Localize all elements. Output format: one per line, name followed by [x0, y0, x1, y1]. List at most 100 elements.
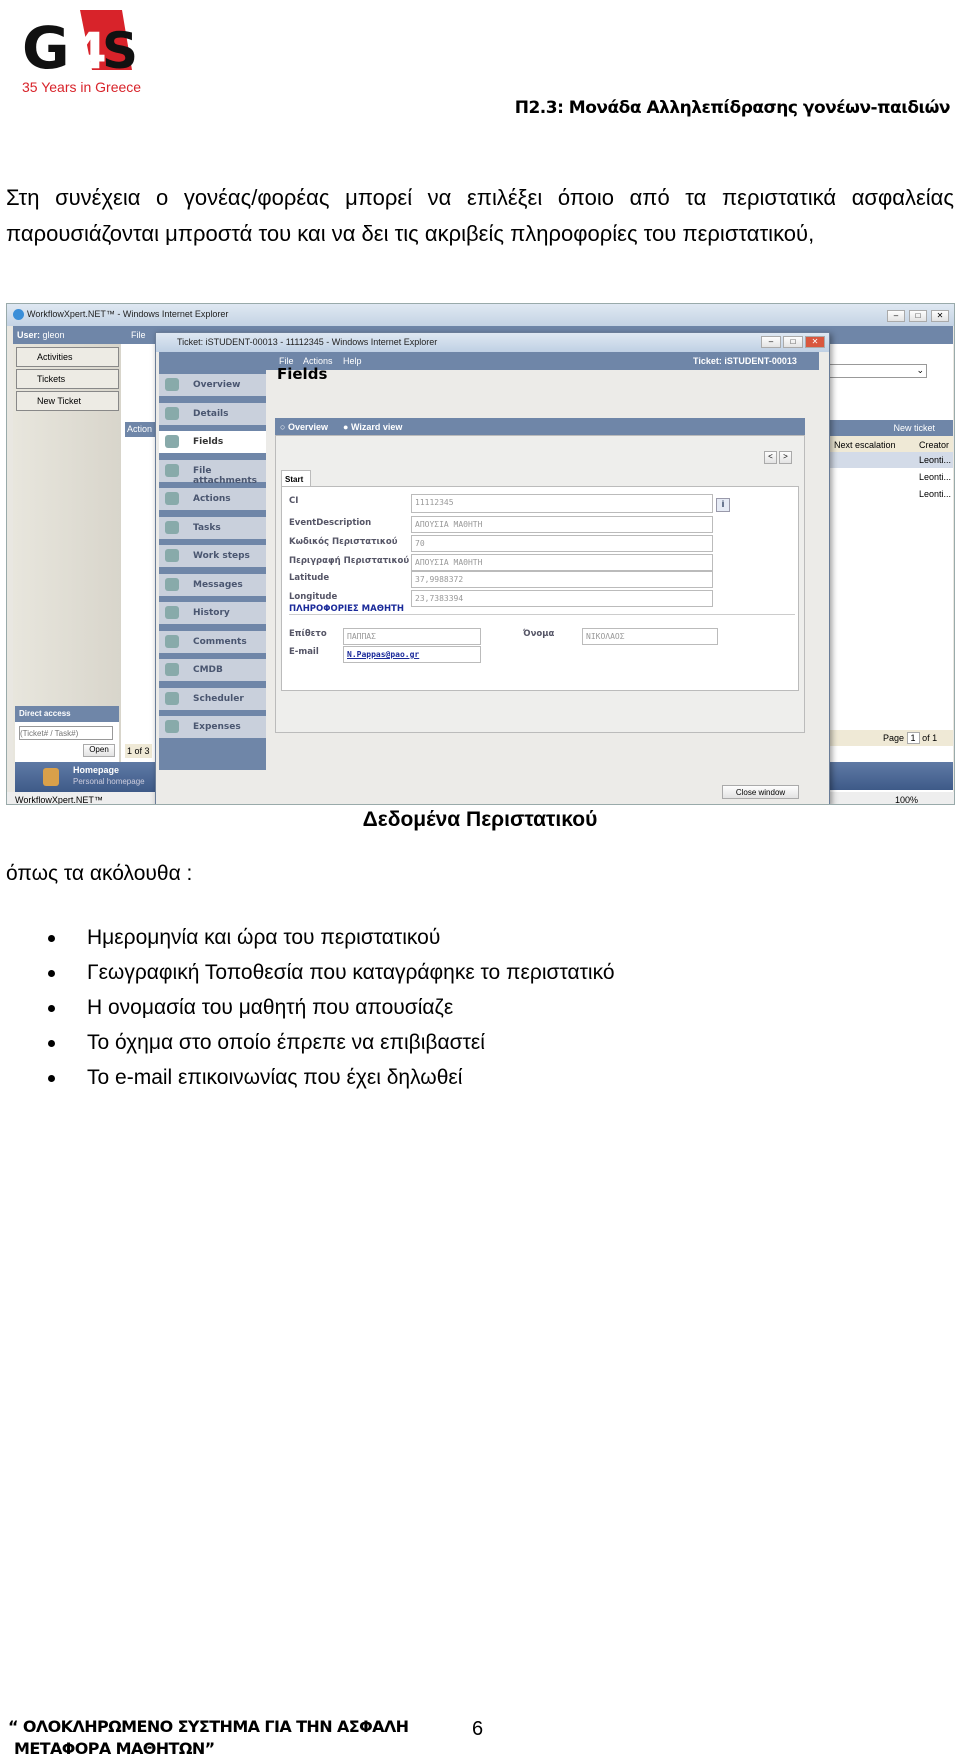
close-window-button[interactable]: Close window [722, 785, 799, 799]
popup-close-button[interactable]: ✕ [805, 336, 825, 348]
sidebar-item-tasks[interactable]: Tasks [159, 516, 266, 539]
popup-ticket-label: Ticket: iSTUDENT-00013 [693, 356, 797, 366]
creator-cell: Leonti... [919, 489, 952, 499]
popup-maximize-button[interactable]: □ [783, 336, 803, 348]
prev-button[interactable]: < [764, 451, 777, 464]
popup-title: Ticket: iSTUDENT-00013 - 11112345 - Wind… [177, 337, 438, 347]
list-intro: όπως τα ακόλουθα : [6, 862, 193, 885]
sidebar-icon [165, 378, 179, 391]
page-title: Fields [277, 365, 328, 383]
field-value[interactable]: 37,9988372 [411, 571, 713, 588]
nav-tickets[interactable]: Tickets [16, 369, 119, 389]
svg-text:35 Years in Greece: 35 Years in Greece [22, 79, 141, 95]
embedded-screenshot: WorkflowXpert.NET™ - Windows Internet Ex… [6, 303, 955, 805]
creator-cell: Leonti... [919, 472, 952, 482]
sidebar-icon [165, 406, 179, 420]
list-item: Ημερομηνία και ώρα του περιστατικού [44, 920, 615, 955]
figure-caption: Δεδομένα Περιστατικού [362, 808, 598, 831]
field-label: Περιγραφή Περιστατικού [289, 556, 410, 566]
sidebar-icon [165, 663, 179, 676]
bullet-list: Ημερομηνία και ώρα του περιστατικού Γεωγ… [44, 920, 615, 1095]
sidebar-item-details[interactable]: Details [159, 402, 266, 425]
header-title: Π2.3: Μονάδα Αλληλεπίδρασης γονέων-παιδι… [514, 98, 951, 118]
popup-sidebar [159, 370, 266, 770]
sidebar-icon [165, 691, 179, 705]
sidebar-icon [165, 492, 179, 505]
page-input[interactable]: 1 [906, 732, 920, 744]
surname-label: Επίθετο [289, 629, 327, 639]
page-label: Page [883, 733, 905, 743]
sidebar-icon [165, 549, 179, 562]
field-label: Longitude [289, 592, 338, 602]
sidebar-item-overview[interactable]: Overview [159, 374, 266, 396]
field-value[interactable]: ΑΠΟΥΣΙΑ ΜΑΘΗΤΗ [411, 516, 713, 533]
sidebar-item-scheduler[interactable]: Scheduler [159, 687, 266, 710]
sidebar-item-work-steps[interactable]: Work steps [159, 545, 266, 567]
direct-access-title: Direct access [15, 706, 119, 722]
open-button[interactable]: Open [83, 744, 115, 757]
homepage-sub: Personal homepage [73, 777, 145, 786]
field-value[interactable]: 70 [411, 535, 713, 552]
sidebar-icon [165, 435, 179, 448]
sidebar-item-file-attachments[interactable]: File attachments [159, 459, 266, 486]
svg-text:S: S [102, 22, 138, 80]
nav-new-ticket[interactable]: New Ticket [16, 391, 119, 411]
field-value[interactable]: ΑΠΟΥΣΙΑ ΜΑΘΗΤΗ [411, 554, 713, 571]
field-label: Latitude [289, 573, 330, 583]
field-label: EventDescription [289, 518, 372, 528]
page-number: 6 [472, 1718, 484, 1740]
view-wizard-radio[interactable]: ● Wizard view [343, 422, 402, 432]
sidebar-item-fields[interactable]: Fields [159, 431, 266, 453]
col-next-escalation[interactable]: Next escalation [834, 440, 896, 450]
info-icon[interactable]: i [716, 498, 730, 512]
homepage-title: Homepage [73, 765, 120, 775]
svg-text:4: 4 [72, 22, 107, 80]
sidebar-item-messages[interactable]: Messages [159, 573, 266, 596]
creator-cell: Leonti... [919, 455, 952, 465]
svg-text:G: G [22, 14, 70, 82]
maximize-button[interactable]: □ [909, 310, 927, 322]
intro-paragraph: Στη συνέχεια ο γονέας/φορέας μπορεί να ε… [6, 185, 954, 246]
name-field[interactable]: ΝΙΚΟΛΑΟΣ [582, 628, 718, 645]
sidebar-icon [165, 520, 179, 534]
close-button[interactable]: ✕ [931, 310, 949, 322]
list-item: Το e-mail επικοινωνίας που έχει δηλωθεί [44, 1060, 615, 1095]
filter-select[interactable]: ⌄ [827, 364, 927, 378]
zoom-level[interactable]: 100% [895, 795, 918, 804]
ie-icon [13, 309, 24, 320]
col-creator[interactable]: Creator [919, 440, 949, 450]
list-item: Γεωγραφική Τοποθεσία που καταγράφηκε το … [44, 955, 615, 990]
outer-title: WorkflowXpert.NET™ - Windows Internet Ex… [27, 309, 229, 319]
footer-title: “ ΟΛΟΚΛΗΡΩΜΕΝΟ ΣΥΣΤΗΜΑ ΓΙΑ ΤΗΝ ΑΣΦΑΛΗ ΜΕ… [8, 1717, 409, 1758]
g4s-logo: G S 4 35 Years in Greece [22, 8, 152, 98]
nav-activities[interactable]: Activities [16, 347, 119, 367]
minimize-button[interactable]: – [887, 310, 905, 322]
sidebar-icon [165, 577, 179, 591]
sidebar-icon [165, 463, 179, 477]
view-overview-radio[interactable]: ○ Overview [280, 422, 328, 432]
email-link[interactable]: N.Pappas@pao.gr [343, 646, 481, 663]
list-item: Το όχημα στο οποίο έπρεπε να επιβιβαστεί [44, 1025, 615, 1060]
tab-start[interactable]: Start [281, 470, 311, 487]
field-label: CI [289, 496, 299, 506]
sidebar-item-expenses[interactable]: Expenses [159, 716, 266, 738]
popup-menu-help[interactable]: Help [343, 356, 362, 366]
user-label: User: [17, 330, 41, 340]
section-title: ΠΛΗΡΟΦΟΡΙΕΣ ΜΑΘΗΤΗ [289, 604, 795, 615]
sidebar-item-cmdb[interactable]: CMDB [159, 659, 266, 681]
next-button[interactable]: > [779, 451, 792, 464]
popup-minimize-button[interactable]: – [761, 336, 781, 348]
surname-field[interactable]: ΠΑΠΠΑΣ [343, 628, 481, 645]
sidebar-item-comments[interactable]: Comments [159, 630, 266, 653]
list-pager: 1 of 3 [125, 744, 152, 758]
sidebar-icon [165, 634, 179, 648]
list-item: Η ονομασία του μαθητή που απουσίαζε [44, 990, 615, 1025]
outer-menu-file[interactable]: File [131, 330, 146, 340]
field-value[interactable]: 11112345 [411, 494, 713, 513]
sidebar-item-actions[interactable]: Actions [159, 488, 266, 510]
name-label: Όνομα [523, 629, 555, 639]
sidebar-item-history[interactable]: History [159, 602, 266, 624]
field-label: Κωδικός Περιστατικού [289, 537, 398, 547]
direct-access-input[interactable] [19, 726, 113, 740]
new-ticket-button[interactable]: New ticket [830, 420, 953, 436]
